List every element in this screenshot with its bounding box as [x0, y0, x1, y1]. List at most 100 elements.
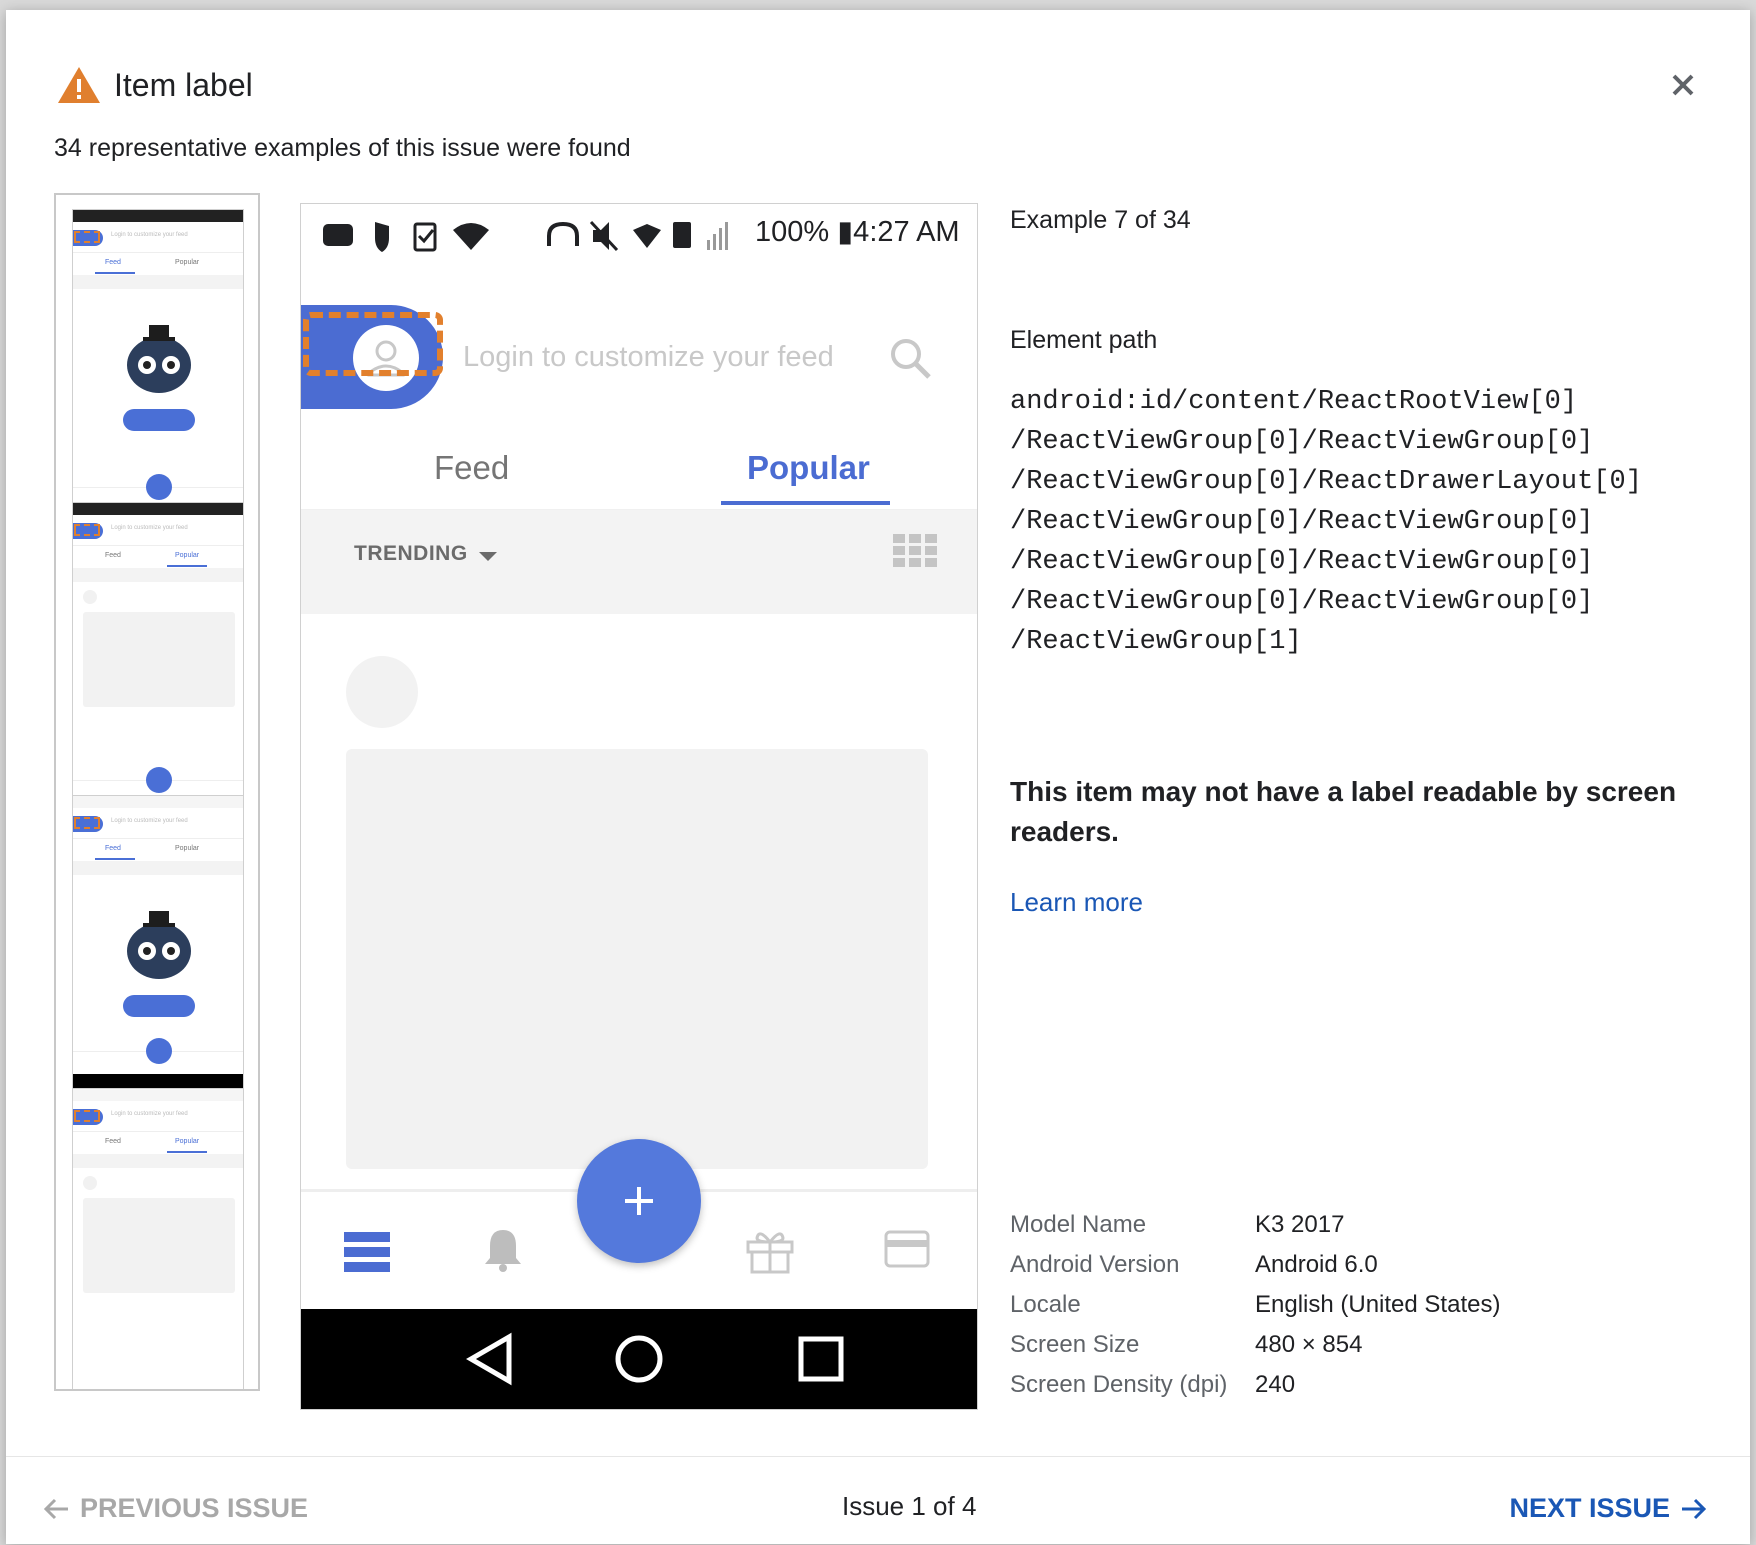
- element-path-line: /ReactViewGroup[0]/ReactViewGroup[0]: [1010, 547, 1594, 577]
- device-row: Screen Density (dpi) 240: [1010, 1365, 1500, 1405]
- app-search-bar: Login to customize your feed: [301, 289, 977, 409]
- thumb-tabs: Feed Popular: [73, 546, 243, 568]
- element-path: android:id/content/ReactRootView[0] /Rea…: [1010, 382, 1642, 662]
- thumbnail-2[interactable]: Login to customize your feed Feed Popula…: [72, 502, 244, 804]
- thumbnail-4[interactable]: Login to customize your feed Feed Popula…: [72, 1088, 244, 1389]
- thumbnail-3[interactable]: Login to customize your feed Feed Popula…: [72, 795, 244, 1097]
- close-icon[interactable]: [1666, 68, 1700, 102]
- screenshot-preview: 100% ▮4:27 AM Login to customize your fe…: [300, 203, 978, 1410]
- mascot-icon: [127, 911, 191, 979]
- card-icon: [884, 1230, 930, 1268]
- system-nav-icons: [466, 1332, 844, 1386]
- thumb-body: [73, 582, 243, 780]
- thumb-search-bar: Login to customize your feed: [73, 222, 243, 253]
- tab-feed: Feed: [434, 449, 510, 486]
- thumb-status-bar: [73, 503, 243, 515]
- dialog-footer: PREVIOUS ISSUE Issue 1 of 4 NEXT ISSUE: [6, 1456, 1750, 1545]
- thumb-search-text: Login to customize your feed: [111, 818, 188, 824]
- status-bar-text: 100% ▮4:27 AM: [755, 216, 960, 248]
- thumb-tabs: Feed Popular: [73, 839, 243, 861]
- dialog-header: Item label: [56, 65, 253, 105]
- thumb-tab-feed: Feed: [105, 1138, 121, 1145]
- example-counter: Example 7 of 34: [1010, 206, 1191, 234]
- thumb-status-bar: [73, 796, 243, 808]
- mascot-icon: [127, 325, 191, 393]
- placeholder-avatar: [346, 656, 418, 728]
- device-key: Screen Size: [1010, 1331, 1140, 1358]
- next-issue-button[interactable]: NEXT ISSUE: [1509, 1493, 1708, 1524]
- list-icon: [344, 1232, 390, 1272]
- bell-icon: [485, 1230, 521, 1272]
- thumb-status-bar: [73, 1089, 243, 1101]
- issue-highlight: [303, 312, 443, 376]
- thumb-search-text: Login to customize your feed: [111, 525, 188, 531]
- device-key: Model Name: [1010, 1211, 1147, 1238]
- device-row: Android Version Android 6.0: [1010, 1245, 1500, 1285]
- thumb-filter-bar: [73, 1154, 243, 1168]
- issue-message: This item may not have a label readable …: [1010, 776, 1677, 847]
- previous-issue-button[interactable]: PREVIOUS ISSUE: [42, 1493, 308, 1524]
- element-path-line: android:id/content/ReactRootView[0]: [1010, 387, 1578, 417]
- device-row: Model Name K3 2017: [1010, 1205, 1500, 1245]
- thumb-tab-feed: Feed: [105, 845, 121, 852]
- dialog-subtitle: 34 representative examples of this issue…: [54, 134, 631, 162]
- chevron-down-icon: [479, 552, 497, 561]
- thumb-tabs: Feed Popular: [73, 1132, 243, 1154]
- thumb-search-text: Login to customize your feed: [111, 232, 188, 238]
- device-row: Screen Size 480 × 854: [1010, 1325, 1500, 1365]
- device-key: Screen Density (dpi): [1010, 1371, 1228, 1398]
- grid-icon: [893, 534, 937, 567]
- filter-bar: TRENDING: [301, 510, 977, 614]
- plus-icon: [625, 1187, 653, 1215]
- android-navigation-bar: [301, 1309, 977, 1409]
- add-fab: [577, 1139, 701, 1263]
- thumb-login-button: [123, 995, 195, 1017]
- next-issue-label: NEXT ISSUE: [1509, 1493, 1670, 1523]
- previous-issue-label: PREVIOUS ISSUE: [80, 1493, 309, 1523]
- thumb-status-bar: [73, 210, 243, 222]
- thumb-body: [73, 1168, 243, 1366]
- element-path-line: /ReactViewGroup[0]/ReactViewGroup[0]: [1010, 507, 1594, 537]
- android-status-bar: 100% ▮4:27 AM: [301, 204, 977, 266]
- search-icon: [891, 339, 931, 379]
- arrow-left-icon: [43, 1498, 68, 1519]
- device-value: 240: [1255, 1371, 1296, 1398]
- device-key: Locale: [1010, 1291, 1081, 1318]
- thumb-filter-bar: [73, 275, 243, 289]
- thumb-tab-popular: Popular: [175, 552, 200, 559]
- element-path-line: /ReactViewGroup[1]: [1010, 627, 1302, 657]
- thumb-login-button: [123, 409, 195, 431]
- thumb-tab-popular: Popular: [175, 259, 200, 266]
- thumb-bottom-nav: [73, 1038, 243, 1074]
- learn-more-link[interactable]: Learn more: [1010, 887, 1143, 918]
- thumb-tab-feed: Feed: [105, 552, 121, 559]
- device-value: K3 2017: [1255, 1211, 1345, 1238]
- issue-counter: Issue 1 of 4: [842, 1491, 977, 1521]
- element-path-line: /ReactViewGroup[0]/ReactViewGroup[0]: [1010, 427, 1594, 457]
- thumb-tab-feed: Feed: [105, 259, 121, 266]
- element-path-line: /ReactViewGroup[0]/ReactViewGroup[0]: [1010, 587, 1594, 617]
- thumb-search-bar: Login to customize your feed: [73, 515, 243, 546]
- element-path-label: Element path: [1010, 326, 1158, 354]
- element-path-line: /ReactViewGroup[0]/ReactDrawerLayout[0]: [1010, 467, 1642, 497]
- thumb-search-text: Login to customize your feed: [111, 1111, 188, 1117]
- warning-icon: [58, 67, 100, 103]
- thumbnail-1[interactable]: Login to customize your feed Feed Popula…: [72, 209, 244, 511]
- thumbnail-strip[interactable]: Login to customize your feed Feed Popula…: [54, 193, 260, 1391]
- arrow-right-icon: [1682, 1498, 1707, 1519]
- device-key: Android Version: [1010, 1251, 1180, 1278]
- device-row: Locale English (United States): [1010, 1285, 1500, 1325]
- status-icons: [323, 220, 728, 252]
- device-value: 480 × 854: [1255, 1331, 1363, 1358]
- gift-icon: [746, 1232, 794, 1274]
- active-tab-indicator: [721, 501, 890, 505]
- device-value: English (United States): [1255, 1291, 1501, 1318]
- thumb-tab-popular: Popular: [175, 1138, 200, 1145]
- thumb-tabs: Feed Popular: [73, 253, 243, 275]
- search-placeholder: Login to customize your feed: [463, 341, 834, 373]
- trending-filter: TRENDING: [354, 542, 468, 565]
- thumb-tab-popular: Popular: [175, 845, 200, 852]
- device-value: Android 6.0: [1255, 1251, 1378, 1278]
- dialog-title: Item label: [114, 66, 253, 103]
- tab-popular: Popular: [747, 449, 870, 486]
